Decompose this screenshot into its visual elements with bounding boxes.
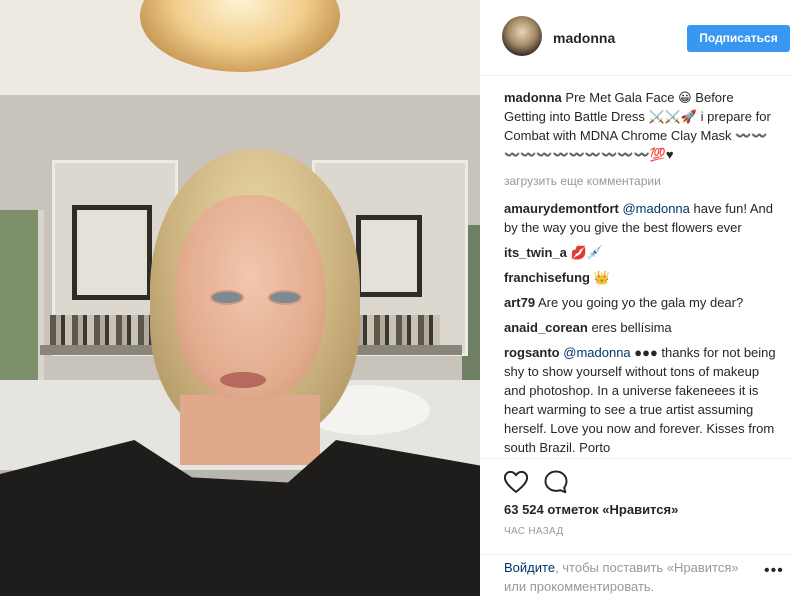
comment-mention[interactable]: @madonna (563, 345, 630, 360)
likes-count[interactable]: 63 524 отметок «Нравится» (504, 502, 678, 517)
comment-mention[interactable]: @madonna (622, 201, 689, 216)
comment-username[interactable]: its_twin_a (504, 245, 567, 260)
post-caption: madonna Pre Met Gala Face 😀 Before Getti… (504, 88, 778, 164)
login-link[interactable]: Войдите (504, 560, 555, 575)
comment-text: eres bellísima (587, 320, 672, 335)
photo-frame-right (356, 215, 422, 297)
comments-list[interactable]: madonna Pre Met Gala Face 😀 Before Getti… (504, 88, 778, 454)
load-more-comments-link[interactable]: загрузить еще комментарии (504, 172, 778, 191)
header-username[interactable]: madonna (553, 30, 615, 46)
comment-text: 💋💉 (566, 245, 603, 260)
photo-bottles-left (50, 315, 160, 345)
avatar[interactable] (502, 16, 542, 56)
photo-frame-left (72, 205, 152, 300)
post-side-panel: madonna Подписаться madonna Pre Met Gala… (480, 0, 793, 596)
comment-text: 👑 (589, 270, 610, 285)
comment-item: amaurydemontfort @madonna have fun! And … (504, 199, 778, 237)
post-photo[interactable] (0, 0, 480, 596)
photo-window-left (0, 210, 44, 380)
comment-item: anaid_corean eres bellísima (504, 318, 778, 337)
comment-text: Are you going yo the gala my dear? (535, 295, 744, 310)
comment-username[interactable]: franchisefung (504, 270, 590, 285)
comment-username[interactable]: art79 (504, 295, 535, 310)
comment-username[interactable]: rogsanto (504, 345, 560, 360)
post-timestamp[interactable]: ЧАС НАЗАД (504, 526, 563, 537)
comment-item: franchisefung 👑 (504, 268, 778, 287)
photo-eye-right (268, 290, 302, 305)
comment-username[interactable]: anaid_corean (504, 320, 588, 335)
photo-eye-left (210, 290, 244, 305)
login-prompt: Войдите, чтобы поставить «Нравится» или … (504, 558, 744, 596)
post-modal: madonna Подписаться madonna Pre Met Gala… (0, 0, 793, 596)
heart-icon[interactable] (502, 468, 530, 496)
comment-text: ●●● thanks for not being shy to show you… (504, 345, 776, 454)
caption-username[interactable]: madonna (504, 90, 562, 105)
comment-bubble-icon[interactable] (542, 468, 570, 496)
photo-face (175, 195, 325, 400)
comment-username[interactable]: amaurydemontfort (504, 201, 619, 216)
more-options-icon[interactable]: ••• (764, 562, 784, 580)
photo-neck (180, 395, 320, 465)
comment-item: its_twin_a 💋💉 (504, 243, 778, 262)
follow-button[interactable]: Подписаться (687, 25, 790, 52)
comment-item: art79 Are you going yo the gala my dear? (504, 293, 778, 312)
comment-item: rogsanto @madonna ●●● thanks for not bei… (504, 343, 778, 454)
photo-mouth (220, 372, 266, 388)
post-header: madonna Подписаться (480, 0, 793, 76)
divider (480, 554, 793, 555)
post-actions: 63 524 отметок «Нравится» ЧАС НАЗАД Войд… (480, 458, 793, 597)
